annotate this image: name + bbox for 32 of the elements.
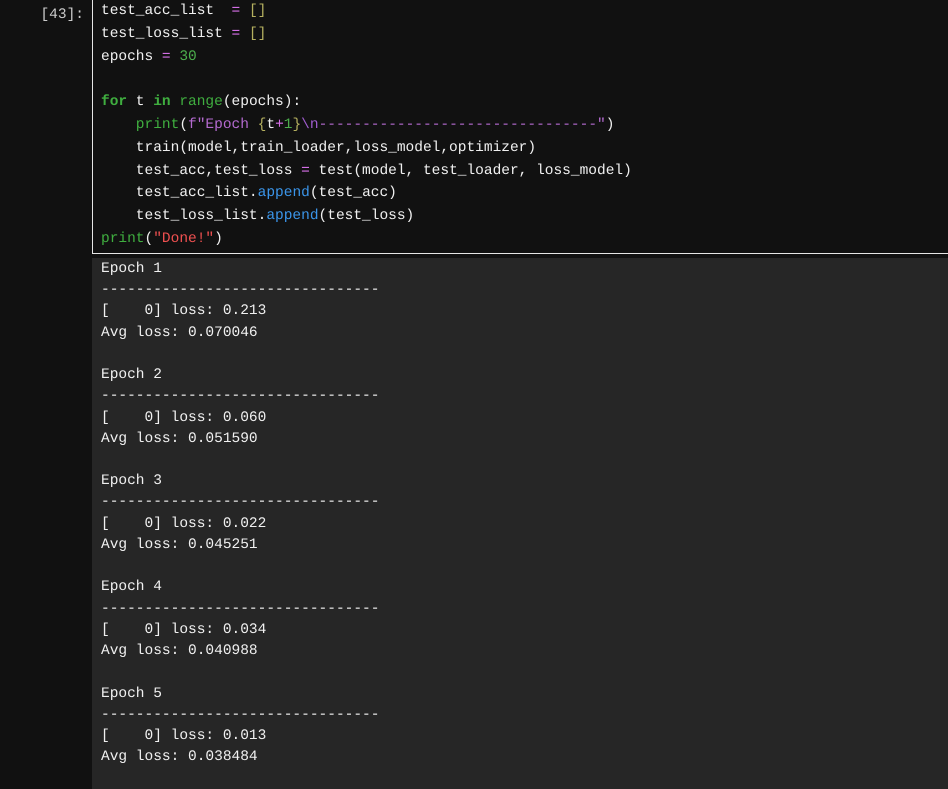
output-line: -------------------------------- — [101, 493, 380, 512]
output-line: -------------------------------- — [101, 706, 380, 725]
code-cell[interactable] — [92, 0, 948, 254]
output-line: Epoch 1 — [101, 260, 163, 279]
cell-prompt: [43]: — [40, 7, 84, 23]
code-line: print(f"Epoch {t+1}\n--------------------------------") — [134, 116, 616, 135]
output-line: [ 0] loss: 0.034 — [101, 620, 268, 640]
output-line: -------------------------------- — [101, 600, 380, 619]
output-line: Epoch 4 — [101, 578, 163, 598]
output-line: Avg loss: 0.070046 — [101, 324, 259, 343]
output-line: Avg loss: 0.051590 — [101, 430, 259, 449]
code-line: print("Done!") — [101, 230, 224, 249]
code-line: train(model,train_loader,loss_model,optimizer) — [134, 138, 538, 158]
code-line: epochs = 30 — [101, 48, 198, 67]
output-line: Epoch 5 — [101, 684, 163, 704]
output-line: Avg loss: 0.038484 — [101, 748, 259, 768]
output-line: [ 0] loss: 0.013 — [101, 727, 268, 746]
output-line: Epoch 2 — [101, 366, 163, 385]
output-line: -------------------------------- — [101, 387, 380, 406]
output-line: Avg loss: 0.045251 — [101, 536, 259, 556]
output-line: [ 0] loss: 0.213 — [101, 302, 268, 322]
output-line: Epoch 3 — [101, 472, 163, 492]
code-line: test_loss_list = [] — [101, 24, 268, 44]
output-line: -------------------------------- — [101, 281, 380, 300]
output-line: Avg loss: 0.040988 — [101, 642, 259, 662]
code-line: test_acc_list = [] — [101, 2, 268, 21]
output-line: [ 0] loss: 0.022 — [101, 514, 268, 534]
code-line: test_acc_list.append(test_acc) — [134, 184, 398, 204]
code-line: for t in range(epochs): — [101, 93, 302, 112]
code-line: test_loss_list.append(test_loss) — [134, 207, 416, 226]
output-line: [ 0] loss: 0.060 — [101, 408, 268, 428]
code-line: test_acc,test_loss = test(model, test_loader, loss_model) — [134, 162, 633, 181]
